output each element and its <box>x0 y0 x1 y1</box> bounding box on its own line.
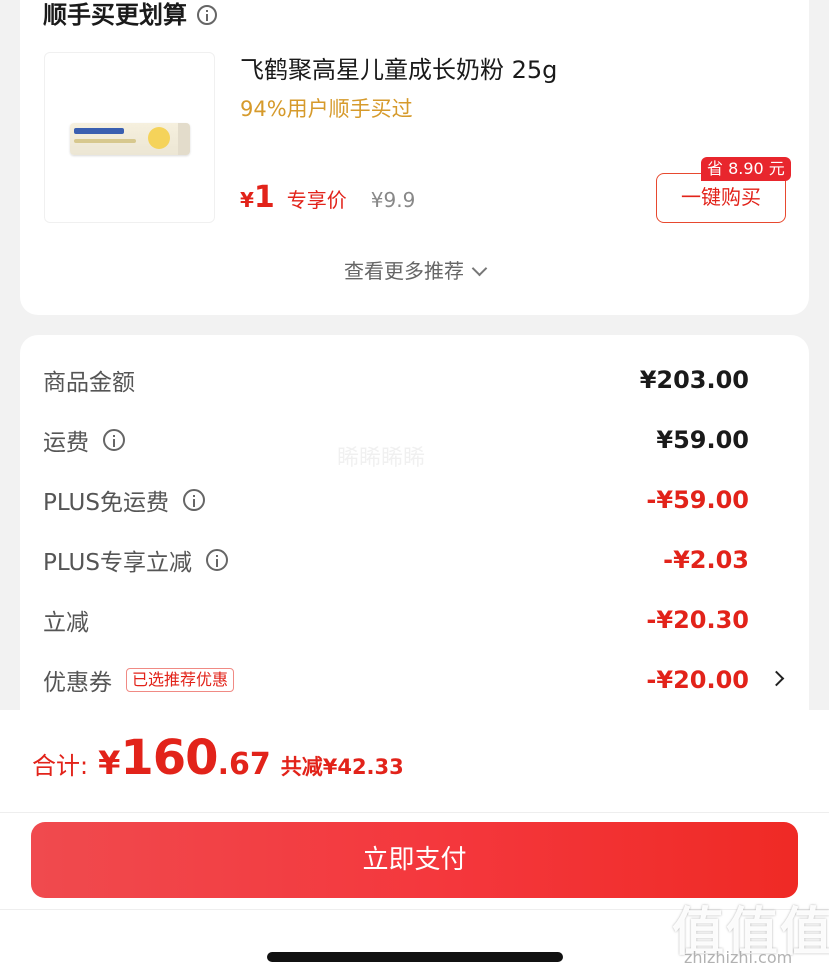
exclusive-price: 1 <box>253 180 275 215</box>
price-currency: ¥ <box>240 188 254 212</box>
original-price: ¥9.9 <box>370 188 416 212</box>
pay-now-button[interactable]: 立即支付 <box>31 822 798 898</box>
row-value: -¥2.03 <box>663 546 749 574</box>
product-name[interactable]: 飞鹤聚高星儿童成长奶粉 25g <box>240 50 557 85</box>
chevron-down-icon <box>471 260 488 277</box>
row-label: PLUS专享立减 <box>43 550 192 576</box>
row-label: 优惠券 <box>43 670 112 696</box>
row-label: 商品金额 <box>43 370 135 396</box>
total-saved[interactable]: 共减¥42.33 <box>281 751 404 781</box>
upsell-title: 顺手买更划算 <box>43 1 187 29</box>
row-label: 立减 <box>43 610 89 636</box>
row-value: -¥20.00 <box>646 666 749 694</box>
info-icon[interactable] <box>197 5 217 25</box>
row-value: -¥59.00 <box>646 486 749 514</box>
total-label: 合计: <box>32 752 89 780</box>
more-recommendations-link[interactable]: 查看更多推荐 <box>0 255 829 284</box>
bought-hint: 94%用户顺手买过 <box>240 97 413 121</box>
row-goods-amount: 商品金额 ¥203.00 <box>43 360 749 400</box>
total-currency: ¥ <box>98 744 121 782</box>
total-integer: 160 <box>120 730 218 786</box>
save-badge: 省 8.90 元 <box>701 157 791 181</box>
row-coupon[interactable]: 优惠券 已选推荐优惠 -¥20.00 <box>43 660 749 700</box>
divider <box>0 812 829 813</box>
more-recommendations-label: 查看更多推荐 <box>344 259 464 283</box>
home-indicator[interactable] <box>267 952 563 962</box>
row-plus-discount: PLUS专享立减 -¥2.03 <box>43 540 749 580</box>
coupon-badge: 已选推荐优惠 <box>126 668 235 692</box>
product-image[interactable] <box>44 52 215 223</box>
row-value: ¥59.00 <box>656 426 749 454</box>
total-decimal: .67 <box>217 747 271 782</box>
info-icon[interactable] <box>182 489 205 511</box>
row-instant-discount: 立减 -¥20.30 <box>43 600 749 640</box>
upsell-header: 顺手买更划算 <box>43 0 217 30</box>
price-row: ¥ 1 专享价 ¥9.9 <box>240 180 415 215</box>
milk-powder-pack-image <box>70 123 190 155</box>
row-value: -¥20.30 <box>646 606 749 634</box>
row-value: ¥203.00 <box>639 366 749 394</box>
row-label: 运费 <box>43 430 89 456</box>
info-icon[interactable] <box>103 429 125 451</box>
row-plus-free-shipping: PLUS免运费 -¥59.00 <box>43 480 749 520</box>
total-row: 合计: ¥ 160 .67 共减¥42.33 <box>32 730 404 786</box>
row-shipping: 运费 ¥59.00 <box>43 420 749 460</box>
exclusive-price-tag: 专享价 <box>286 188 347 212</box>
site-url: zhizhizhi.com <box>684 948 793 967</box>
info-icon[interactable] <box>205 549 228 571</box>
row-label: PLUS免运费 <box>43 490 169 516</box>
